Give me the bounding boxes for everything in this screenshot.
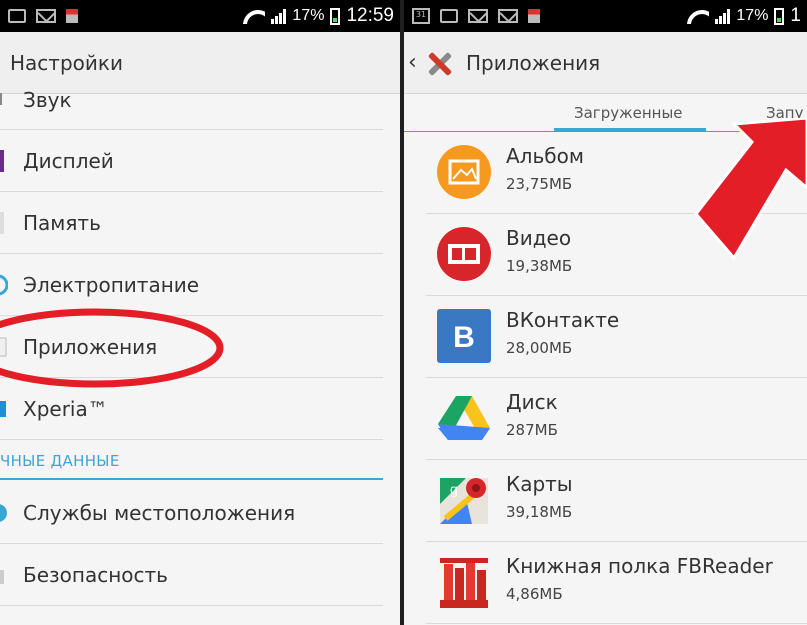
album-app-icon [437,145,491,199]
settings-screen: 17% 12:59 Настройки Звук Дисплей Память … [0,0,400,625]
app-row-drive[interactable]: Диск 287МБ [426,378,807,460]
vk-letter: B [453,321,475,354]
email-notification-icon [36,9,56,23]
tab-running[interactable]: Запу [766,104,804,122]
settings-item-label: Память [23,210,101,235]
gallery-notification-icon [440,9,458,23]
section-header-label: ЧНЫЕ ДАННЫЕ [0,452,120,470]
email-notification-icon [498,9,518,23]
app-size: 287МБ [506,421,558,439]
app-name: Диск [506,390,558,414]
vk-app-icon: B [437,309,491,363]
battery-percent: 17% [292,7,325,24]
tab-downloaded[interactable]: Загруженные [574,104,683,122]
apps-screen: 31 17% 1 ‹ Приложения Загруженные Запу А… [404,0,807,625]
settings-item-security[interactable]: Безопасность [0,544,383,606]
fbreader-app-icon [440,558,488,608]
speaker-icon [0,93,2,105]
settings-item-label: Безопасность [23,562,168,587]
app-size: 4,86МБ [506,585,563,603]
app-name: Альбом [506,144,584,168]
app-name: Книжная полка FBReader [506,554,773,578]
maps-app-icon: g [440,478,488,524]
app-row-vkontakte[interactable]: B ВКонтакте 28,00МБ [426,296,807,378]
tools-icon [428,52,452,76]
app-row-fbreader[interactable]: Книжная полка FBReader 4,86МБ [426,542,807,624]
app-row-album[interactable]: Альбом 23,75МБ [426,132,807,214]
action-bar: ‹ Приложения [404,32,807,94]
status-bar: 31 17% 1 [404,0,807,32]
settings-item-xperia[interactable]: Xperia™ [0,378,383,440]
status-bar: 17% 12:59 [0,0,400,32]
app-name: Видео [506,226,572,250]
calendar-notification-icon: 31 [412,8,430,24]
settings-item-display[interactable]: Дисплей [0,130,383,192]
settings-item-location[interactable]: Службы местоположения [0,482,383,544]
settings-item-label: Электропитание [23,272,200,297]
settings-item-apps[interactable]: Приложения [0,316,383,378]
battery-icon [330,7,341,25]
signal-icon [715,8,731,24]
app-size: 39,18МБ [506,503,573,521]
settings-item-label: Дисплей [23,148,114,173]
app-row-maps[interactable]: g Карты 39,18МБ [426,460,807,542]
settings-item-label: Xperia™ [23,396,108,421]
settings-item-storage[interactable]: Память [0,192,383,254]
app-size: 19,38МБ [506,257,573,275]
wifi-icon [687,8,709,24]
back-arrow-icon[interactable]: ‹ [408,50,417,75]
app-name: ВКонтакте [506,308,620,332]
section-header-personal: ЧНЫЕ ДАННЫЕ [0,450,383,480]
maps-letter: g [450,481,458,497]
apps-icon [0,337,7,357]
app-name: Карты [506,472,573,496]
gallery-notification-icon [8,9,26,23]
drive-app-icon [438,396,490,440]
settings-item-label: Службы местоположения [23,500,296,525]
storage-icon [0,212,4,234]
lock-icon [0,570,4,584]
power-icon [0,274,8,296]
display-icon [0,150,4,172]
tab-bar: Загруженные Запу [404,94,807,134]
signal-icon [271,8,287,24]
battery-icon [774,7,785,25]
battery-percent: 17% [736,7,769,24]
clock: 12:59 [346,5,394,26]
page-title: Приложения [466,50,601,75]
settings-item-label: Приложения [23,334,158,359]
settings-item-sound[interactable]: Звук [0,70,383,130]
network-notification-icon [528,9,540,23]
settings-item-label: Звук [23,87,72,112]
app-size: 28,00МБ [506,339,573,357]
clock: 1 [790,5,801,26]
network-notification-icon [66,9,78,23]
video-app-icon [437,227,491,281]
app-row-video[interactable]: Видео 19,38МБ [426,214,807,296]
location-icon [0,504,7,522]
app-size: 23,75МБ [506,175,573,193]
xperia-icon [0,401,6,417]
email-notification-icon [468,9,488,23]
wifi-icon [243,8,265,24]
settings-item-power[interactable]: Электропитание [0,254,383,316]
